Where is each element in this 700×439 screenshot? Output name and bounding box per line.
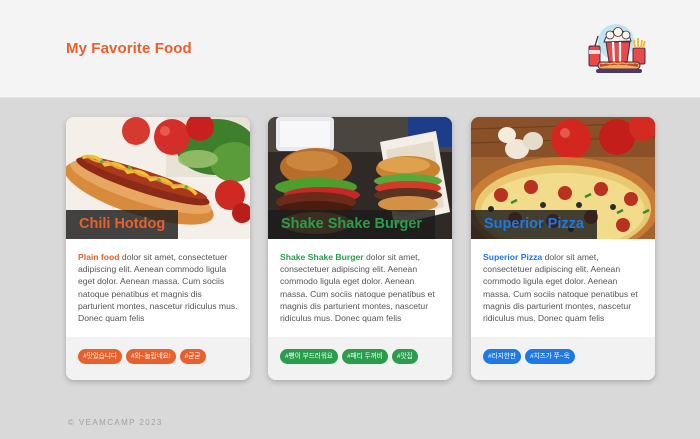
tag-area: #맛있습니다 #와~놀랍네요! #굳굳 bbox=[66, 337, 250, 380]
tag-chip[interactable]: #치즈가 쭈~욱 bbox=[524, 349, 575, 364]
tag-chip[interactable]: #라지한판 bbox=[483, 349, 521, 364]
card-title: Shake Shake Burger bbox=[268, 210, 436, 239]
description-body: dolor sit amet, consectetuer adipiscing … bbox=[280, 252, 435, 324]
site-header: My Favorite Food bbox=[0, 0, 700, 98]
card-title: Chili Hotdog bbox=[66, 210, 179, 239]
card-title: Superior Pizza bbox=[471, 210, 597, 239]
tag-chip[interactable]: #굳굳 bbox=[179, 349, 206, 364]
tag-chip[interactable]: #빵이 부드러워요 bbox=[280, 349, 338, 364]
tag-area: #빵이 부드러워요 #패티 두꺼비 #맛집 bbox=[268, 337, 452, 380]
tag-list: #라지한판 #치즈가 쭈~욱 bbox=[483, 349, 575, 364]
tag-list: #빵이 부드러워요 #패티 두꺼비 #맛집 bbox=[280, 349, 418, 364]
site-title[interactable]: My Favorite Food bbox=[66, 40, 192, 57]
card-description: Superior Pizza dolor sit amet, consectet… bbox=[483, 251, 645, 324]
food-card-shake-shake-burger[interactable]: Shake Shake Burger Shake Shake Burger do… bbox=[268, 117, 452, 380]
tag-chip[interactable]: #패티 두꺼비 bbox=[341, 349, 388, 364]
description-lead: Superior Pizza bbox=[483, 252, 543, 262]
food-card-superior-pizza[interactable]: Superior Pizza Superior Pizza dolor sit … bbox=[471, 117, 655, 380]
tag-chip[interactable]: #와~놀랍네요! bbox=[126, 349, 176, 364]
description-lead: Shake Shake Burger bbox=[280, 252, 364, 262]
card-description: Shake Shake Burger dolor sit amet, conse… bbox=[280, 251, 442, 324]
description-body: dolor sit amet, consectetuer adipiscing … bbox=[483, 252, 638, 324]
tag-list: #맛있습니다 #와~놀랍네요! #굳굳 bbox=[78, 349, 206, 364]
food-card-chili-hotdog[interactable]: Chili Hotdog Plain food dolor sit amet, … bbox=[66, 117, 250, 380]
card-description: Plain food dolor sit amet, consectetuer … bbox=[78, 251, 240, 324]
copyright-footer: © VEAMCAMP 2023 bbox=[68, 418, 163, 427]
description-body: dolor sit amet, consectetuer adipiscing … bbox=[78, 252, 238, 324]
tag-chip[interactable]: #맛집 bbox=[391, 349, 418, 364]
tag-chip[interactable]: #맛있습니다 bbox=[78, 349, 122, 364]
tag-area: #라지한판 #치즈가 쭈~욱 bbox=[471, 337, 655, 380]
description-lead: Plain food bbox=[78, 252, 120, 262]
food-logo-icon[interactable] bbox=[582, 22, 652, 77]
